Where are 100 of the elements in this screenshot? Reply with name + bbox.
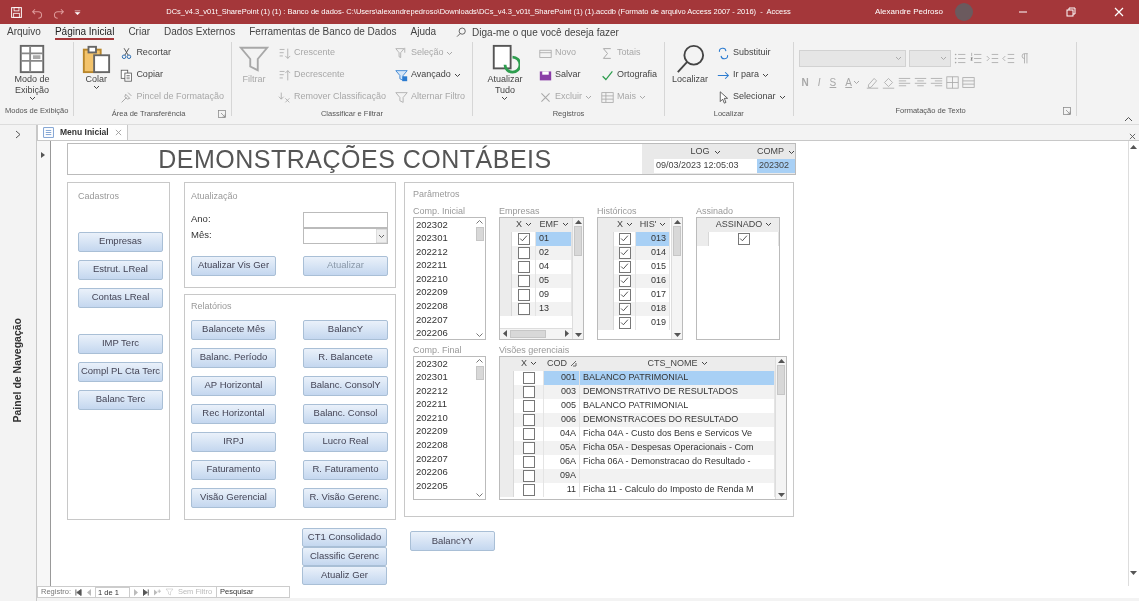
column-header[interactable]: LOG [654,145,757,159]
list-item[interactable]: 202302 [416,356,474,371]
scroll-down-icon[interactable] [673,332,681,338]
menu-tab[interactable]: Dados Externos [164,24,236,40]
collapse-ribbon-icon[interactable] [1124,116,1133,122]
scroll-thumb[interactable] [574,225,582,256]
navigation-pane-title[interactable]: Painel de Navegação [10,317,26,423]
vertical-scrollbar[interactable] [775,356,786,499]
form-button[interactable]: BalancY [303,319,388,340]
checkbox[interactable] [618,260,631,273]
form-button[interactable]: Faturamento [191,459,276,480]
checkbox[interactable] [522,413,535,426]
previous-record-icon[interactable] [86,588,91,596]
list-item[interactable]: 202205 [416,478,474,493]
new-record-icon[interactable] [153,588,161,596]
customize-icon[interactable] [73,7,82,17]
tell-me-field[interactable]: Diga-me o que você deseja fazer [472,24,653,40]
form-button[interactable]: Rec Horizontal [191,403,276,424]
column-header[interactable]: COMP [757,145,795,159]
list-item[interactable]: 202208 [416,299,474,313]
scroll-right-icon[interactable] [565,330,570,337]
scroll-thumb[interactable] [475,365,484,380]
checkbox[interactable] [522,455,535,468]
form-button[interactable]: IMP Terc [78,333,163,354]
form-button[interactable]: Atualizar Vis Ger [191,255,276,276]
list-item[interactable]: 202207 [416,451,474,466]
list-item[interactable]: 202301 [416,231,474,245]
menu-tab[interactable]: Ajuda [410,24,437,40]
column-header[interactable]: ASSINADO [709,217,779,232]
ribbon-button[interactable]: Avançado [392,64,467,86]
list-item[interactable]: 202207 [416,312,474,327]
scroll-down-icon[interactable] [476,492,483,498]
column-header[interactable]: X [514,356,544,371]
form-button[interactable]: Balancete Mês [191,319,276,340]
checkbox[interactable] [517,274,530,287]
ribbon-button[interactable]: Salvar [536,64,594,86]
scroll-down-icon[interactable] [476,332,483,338]
form-button[interactable]: IRPJ [191,431,276,452]
list-box[interactable]: 202302 202301 202212 202211 202210 202209 202208 202207 202206 202205 [413,355,486,500]
scroll-up-icon[interactable] [1130,144,1137,149]
scroll-down-icon[interactable] [574,332,582,338]
form-button[interactable]: R. Balancete [303,347,388,368]
form-button[interactable]: AP Horizontal [191,375,276,396]
first-record-icon[interactable] [75,588,82,596]
checkbox[interactable] [517,260,530,273]
save-icon[interactable] [10,5,23,19]
scroll-thumb[interactable] [510,329,546,338]
scroll-thumb[interactable] [475,226,484,241]
scroll-up-icon[interactable] [476,218,483,224]
checkbox[interactable] [618,246,631,259]
column-header[interactable]: EMF [536,217,572,232]
list-item[interactable]: 202211 [416,397,474,411]
ribbon-button[interactable]: Modo de Exibição [5,44,59,101]
list-item[interactable]: 202206 [416,465,474,479]
list-box[interactable]: 202302 202301 202212 202211 202210 202209 202208 202207 202206 [413,216,486,340]
list-item[interactable]: 202212 [416,244,474,259]
list-item[interactable]: 202211 [416,258,474,272]
form-button[interactable]: Lucro Real [303,431,388,452]
vertical-scrollbar[interactable] [671,217,682,339]
form-button[interactable]: Balanc. Período [191,347,276,368]
column-header[interactable]: X [614,217,636,232]
form-button[interactable]: Balanc Terc [78,389,163,410]
ribbon-button[interactable]: Recortar [118,42,226,64]
expand-chevron-icon[interactable] [14,130,22,139]
form-button[interactable]: R. Visão Gerenc. [303,487,388,508]
checkbox[interactable] [618,232,631,245]
list-item[interactable]: 202212 [416,383,474,398]
checkbox[interactable] [517,288,530,301]
vertical-scrollbar[interactable] [474,356,485,499]
form-button[interactable]: CT1 Consolidado [302,528,387,547]
checkbox[interactable] [737,232,750,245]
list-item[interactable]: 202210 [416,271,474,286]
last-record-icon[interactable] [142,588,150,596]
column-header[interactable]: HIS' [636,217,670,232]
list-item[interactable]: 202301 [416,370,474,384]
column-header[interactable]: COD [544,356,580,371]
scroll-down-icon[interactable] [1130,571,1137,576]
ribbon-button[interactable]: Substituir [715,42,788,64]
list-item[interactable]: 202210 [416,410,474,425]
ribbon-button[interactable]: Atualizar Tudo [477,44,532,101]
checkbox[interactable] [522,441,535,454]
checkbox[interactable] [522,399,535,412]
vertical-scrollbar[interactable] [572,217,583,339]
form-button[interactable]: Estrut. LReal [78,259,163,280]
ribbon-button[interactable]: Copiar [118,64,226,86]
scroll-left-icon[interactable] [502,330,507,337]
horizontal-scrollbar[interactable] [500,327,572,339]
dropdown-arrow-icon[interactable] [376,228,387,243]
ribbon-button[interactable]: Ir para [715,64,788,86]
checkbox[interactable] [522,469,535,482]
vertical-scrollbar[interactable] [474,217,485,339]
menu-tab[interactable]: Criar [128,24,151,40]
form-button[interactable]: Empresas [78,231,163,252]
input-field[interactable] [303,211,388,228]
scroll-up-icon[interactable] [476,357,483,363]
checkbox[interactable] [517,302,530,315]
ribbon-button[interactable]: Selecionar [715,86,788,108]
checkbox[interactable] [522,385,535,398]
form-button[interactable]: Classific Gerenc [302,547,387,566]
checkbox[interactable] [517,246,530,259]
